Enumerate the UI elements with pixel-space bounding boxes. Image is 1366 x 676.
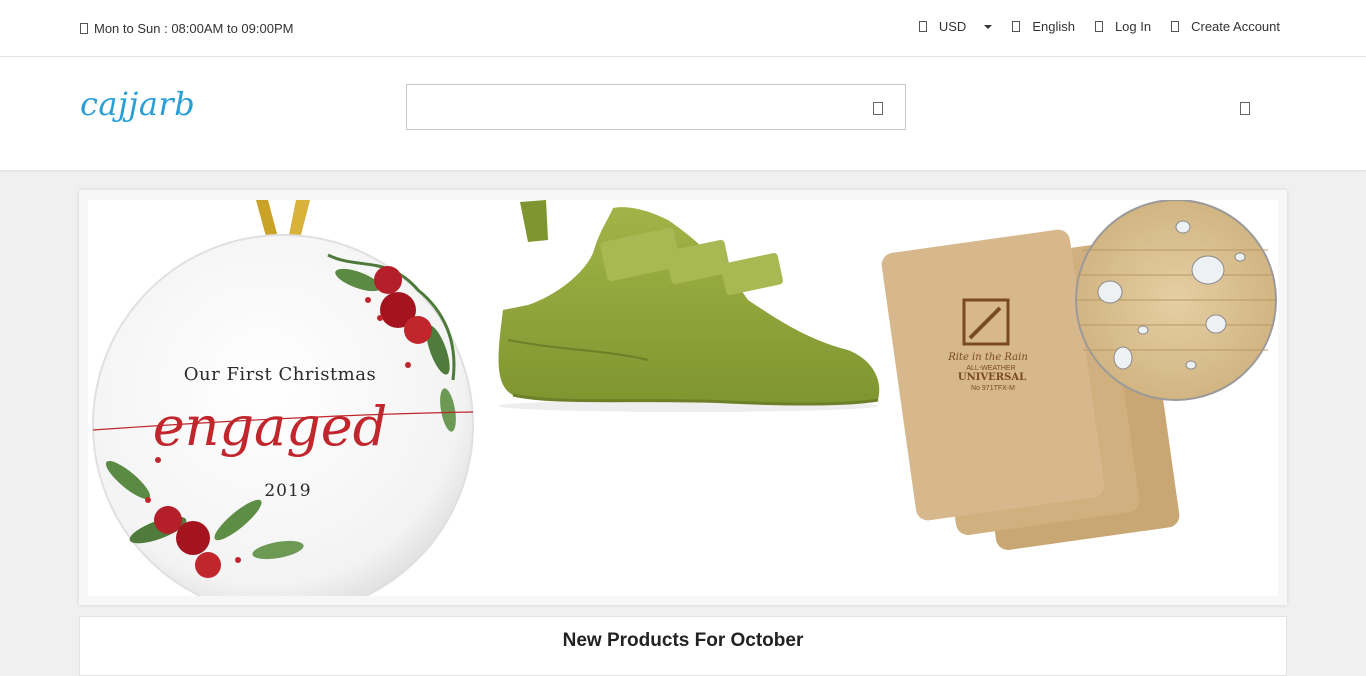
search-input[interactable] — [407, 85, 871, 129]
business-hours: Mon to Sun : 08:00AM to 09:00PM — [80, 21, 293, 36]
language-selector[interactable]: English — [1012, 19, 1075, 34]
currency-selector[interactable]: USD — [918, 19, 993, 34]
currency-label: USD — [938, 19, 967, 34]
user-plus-icon — [1171, 21, 1180, 32]
account-links: USD English Log In Create Account — [899, 19, 1280, 34]
notebook-line2: UNIVERSAL — [958, 372, 1026, 383]
ornament-script: engaged — [153, 395, 388, 458]
create-account-link[interactable]: Create Account — [1171, 19, 1280, 34]
money-icon — [918, 21, 927, 32]
hero-banner: Our First Christmas engaged 2019 Rite in… — [79, 190, 1287, 605]
chevron-down-icon — [984, 24, 993, 29]
site-header: cajjarb — [0, 57, 1366, 170]
create-account-label: Create Account — [1191, 19, 1280, 34]
cart-icon[interactable] — [1240, 102, 1250, 115]
login-link[interactable]: Log In — [1094, 19, 1152, 34]
language-label: English — [1032, 19, 1075, 34]
business-hours-text: Mon to Sun : 08:00AM to 09:00PM — [94, 21, 294, 36]
notebook-code: No 971TFX-M — [971, 385, 1015, 392]
section-title: New Products For October — [562, 630, 804, 651]
clock-icon — [80, 23, 88, 34]
top-bar: Mon to Sun : 08:00AM to 09:00PM USD Engl… — [0, 0, 1366, 57]
new-products-section: New Products For October — [79, 616, 1287, 676]
christmas-ornament: Our First Christmas engaged 2019 — [92, 234, 474, 596]
site-logo[interactable]: cajjarb — [80, 85, 195, 123]
banner-products-image: Our First Christmas engaged 2019 Rite in… — [92, 200, 1277, 596]
search-box — [406, 84, 906, 130]
climbing-shoe — [498, 200, 880, 412]
banner-slide[interactable]: Our First Christmas engaged 2019 Rite in… — [88, 200, 1278, 596]
notebook-brand: Rite in the Rain — [947, 352, 1028, 363]
search-icon[interactable] — [873, 102, 883, 115]
magnified-paper — [1075, 200, 1277, 401]
ornament-year: 2019 — [264, 481, 311, 501]
login-label: Log In — [1114, 19, 1152, 34]
user-icon — [1094, 21, 1103, 32]
notebook-line1: ALL-WEATHER — [966, 365, 1015, 372]
ornament-title: Our First Christmas — [184, 364, 376, 385]
globe-icon — [1012, 21, 1021, 32]
